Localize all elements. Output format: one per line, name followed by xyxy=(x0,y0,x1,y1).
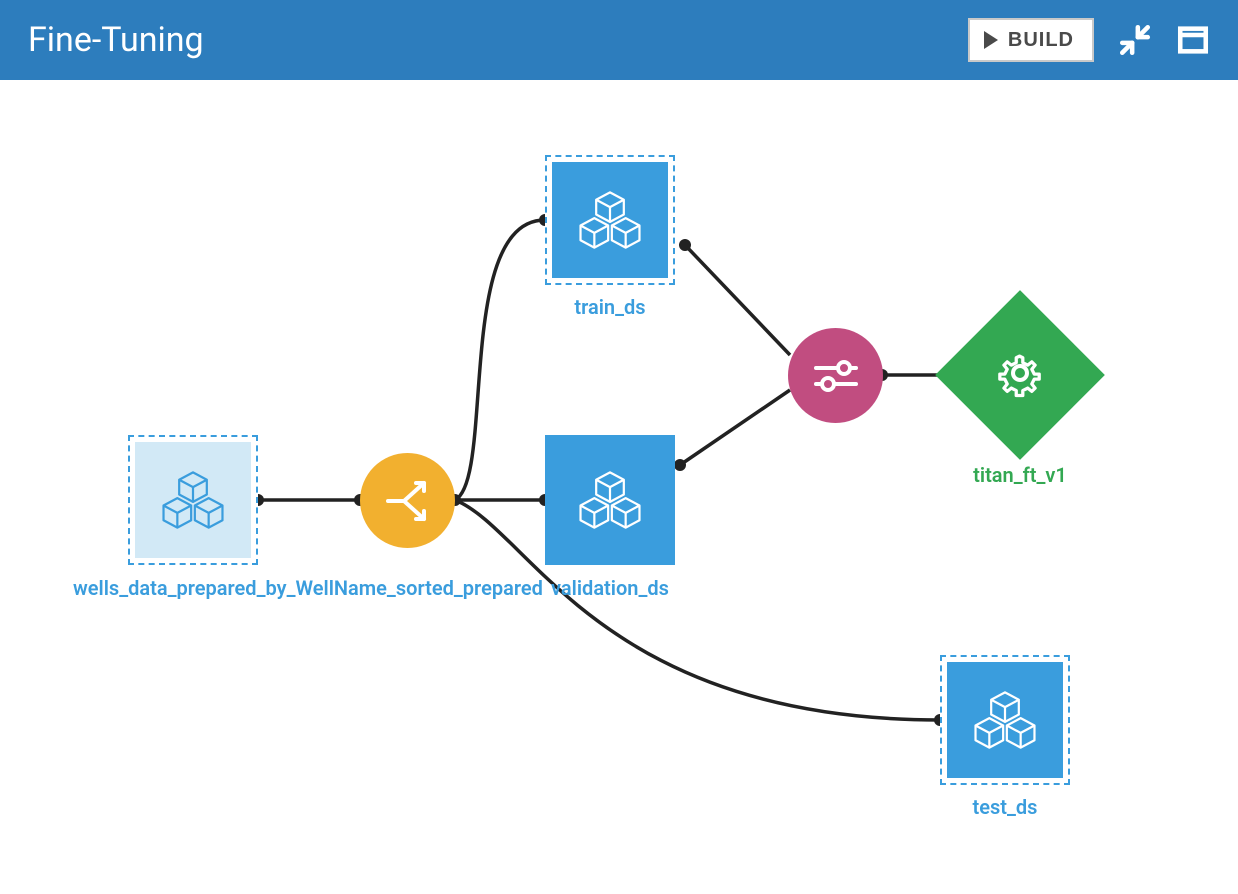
page-title: Fine-Tuning xyxy=(28,20,204,60)
dataset-icon xyxy=(947,662,1063,778)
dataset-label-train: train_ds xyxy=(490,294,730,320)
build-button-label: BUILD xyxy=(1008,29,1074,52)
split-icon xyxy=(380,473,436,529)
dataset-icon xyxy=(552,162,668,278)
sliders-icon xyxy=(808,348,864,404)
dataset-icon xyxy=(545,435,675,565)
recipe-node[interactable] xyxy=(788,328,883,423)
flow-canvas[interactable]: wells_data_prepared_by_WellName_sorted_p… xyxy=(0,80,1238,894)
dataset-label-test: test_ds xyxy=(885,794,1125,820)
header-actions: BUILD xyxy=(968,18,1210,62)
model-label: titan_ft_v1 xyxy=(900,462,1140,488)
gear-icon xyxy=(990,343,1050,407)
dataset-node-source[interactable] xyxy=(128,435,258,565)
collapse-icon[interactable] xyxy=(1118,23,1152,57)
dataset-node-validation[interactable] xyxy=(545,435,675,565)
dataset-node-test[interactable] xyxy=(940,655,1070,785)
play-icon xyxy=(984,31,998,49)
expand-window-icon[interactable] xyxy=(1176,23,1210,57)
split-node[interactable] xyxy=(360,453,455,548)
dataset-label-source: wells_data_prepared_by_WellName_sorted_p… xyxy=(73,575,313,601)
dataset-label-validation: validation_ds xyxy=(490,575,730,601)
model-node[interactable] xyxy=(935,290,1105,460)
dataset-node-train[interactable] xyxy=(545,155,675,285)
dataset-icon xyxy=(135,442,251,558)
header-bar: Fine-Tuning BUILD xyxy=(0,0,1238,80)
build-button[interactable]: BUILD xyxy=(968,18,1094,62)
